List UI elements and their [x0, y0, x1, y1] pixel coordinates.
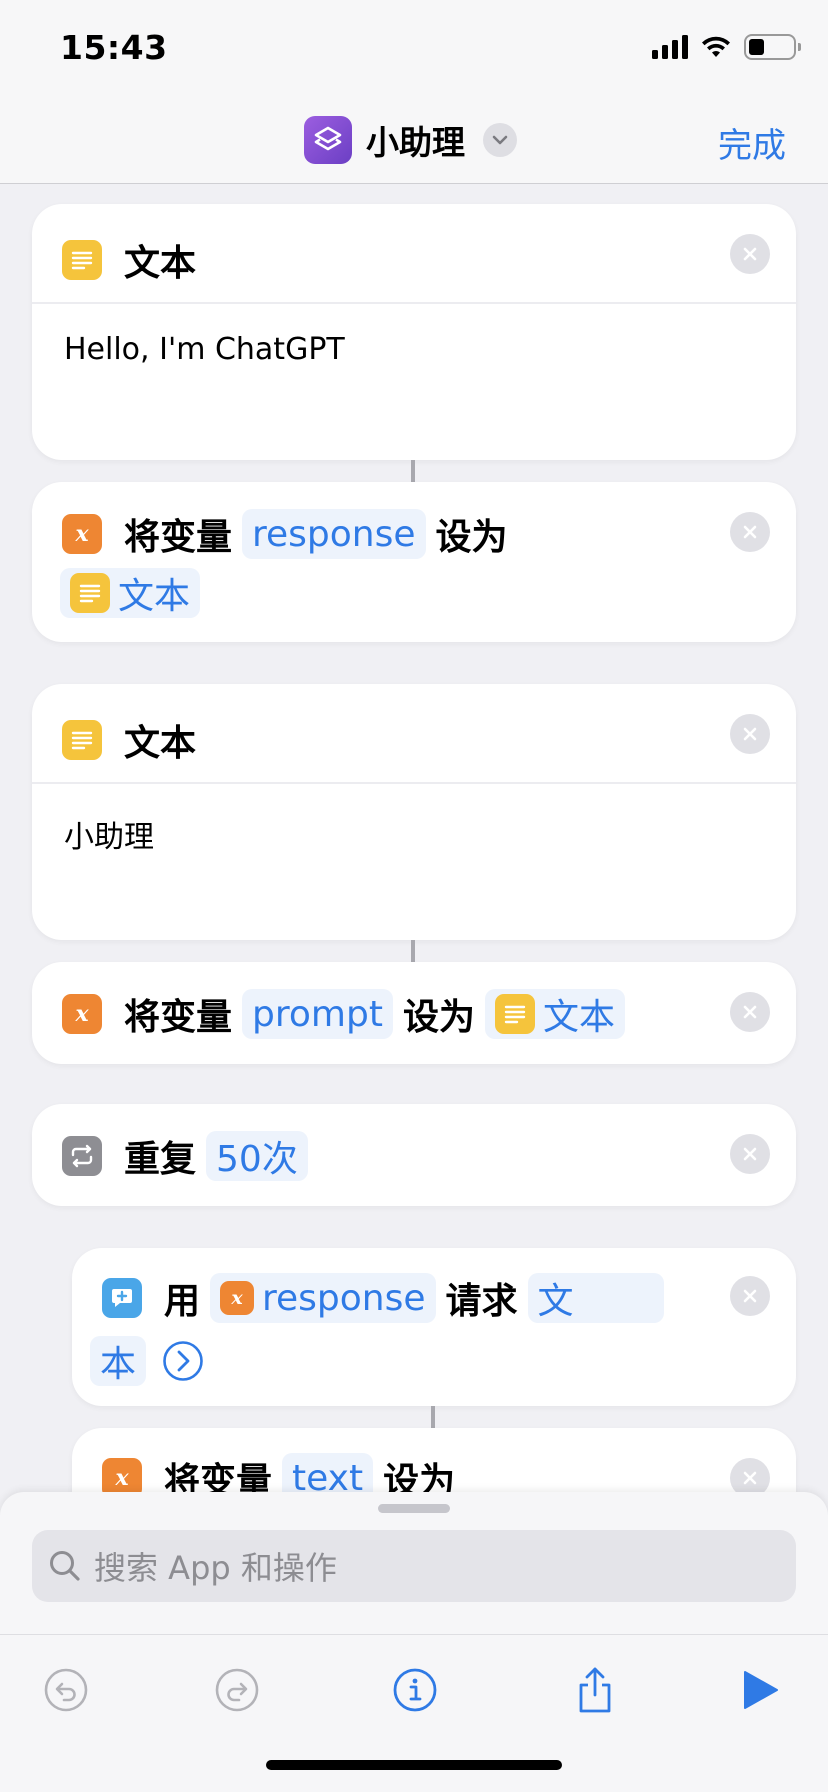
text-content[interactable]: Hello, I'm ChatGPT — [64, 332, 345, 367]
close-icon — [743, 1147, 757, 1161]
share-button[interactable] — [570, 1665, 620, 1715]
action-title: 文本 — [124, 723, 197, 764]
search-field[interactable]: 搜索 App 和操作 — [32, 1530, 796, 1602]
request-value-pill-continued[interactable]: 本 — [90, 1336, 147, 1386]
action-search-sheet: 搜索 App 和操作 — [0, 1492, 828, 1792]
done-button[interactable]: 完成 — [718, 118, 786, 167]
text-icon — [62, 240, 102, 280]
flow-connector — [411, 940, 415, 962]
sheet-grabber[interactable] — [378, 1504, 450, 1513]
use-label: 用 — [164, 1281, 201, 1322]
variable-value-pill[interactable]: 文本 — [60, 568, 201, 618]
remove-action-button[interactable] — [730, 992, 770, 1032]
status-icons — [652, 34, 801, 60]
close-icon — [743, 1289, 757, 1303]
undo-button[interactable] — [41, 1665, 91, 1715]
divider — [32, 302, 796, 304]
flow-connector — [411, 460, 415, 482]
remove-action-button[interactable] — [730, 234, 770, 274]
variable-icon: x — [62, 514, 102, 554]
set-variable-label: 将变量 — [124, 997, 233, 1038]
home-indicator[interactable] — [266, 1760, 562, 1770]
expand-chevron-icon[interactable] — [162, 1340, 204, 1382]
flow-connector — [431, 1406, 435, 1428]
remove-action-button[interactable] — [730, 714, 770, 754]
repeat-count-pill[interactable]: 50次 — [206, 1131, 308, 1181]
text-action-card[interactable]: 文本 Hello, I'm ChatGPT — [32, 204, 796, 460]
repeat-action-card[interactable]: 重复 50次 — [32, 1104, 796, 1206]
variable-value-label: 文本 — [118, 576, 191, 617]
play-icon — [744, 1671, 778, 1709]
text-content[interactable]: 小助理 — [64, 812, 154, 856]
set-variable-card[interactable]: x 将变量 prompt 设为 文本 — [32, 962, 796, 1064]
text-icon — [62, 720, 102, 760]
close-icon — [743, 727, 757, 741]
editor-toolbar — [0, 1634, 828, 1744]
remove-action-button[interactable] — [730, 1276, 770, 1316]
close-icon — [743, 1005, 757, 1019]
request-label: 请求 — [445, 1281, 518, 1322]
shortcuts-app-icon — [304, 116, 352, 164]
undo-icon — [44, 1668, 88, 1712]
close-icon — [743, 1471, 757, 1485]
text-icon — [70, 573, 110, 613]
redo-button[interactable] — [212, 1665, 262, 1715]
chat-bubble-icon — [102, 1278, 142, 1318]
status-bar: 15:43 — [0, 0, 828, 96]
search-icon — [50, 1551, 80, 1581]
variable-input-pill[interactable]: x response — [210, 1273, 436, 1323]
variable-name-pill[interactable]: prompt — [242, 989, 393, 1039]
request-value-pill[interactable]: 文 — [527, 1273, 664, 1323]
battery-icon — [744, 34, 801, 60]
page-title: 小助理 — [366, 123, 465, 162]
close-icon — [743, 525, 757, 539]
nav-header: 小助理 完成 — [0, 96, 828, 184]
wifi-icon — [702, 36, 730, 57]
remove-action-button[interactable] — [730, 512, 770, 552]
cellular-signal-icon — [652, 35, 688, 59]
info-button[interactable] — [390, 1665, 440, 1715]
run-button[interactable] — [734, 1665, 784, 1715]
repeat-icon — [62, 1136, 102, 1176]
set-variable-card[interactable]: x 将变量 response 设为 文本 — [32, 482, 796, 642]
variable-icon: x — [220, 1281, 255, 1315]
set-variable-label: 将变量 — [124, 517, 233, 558]
repeat-label: 重复 — [124, 1139, 197, 1180]
variable-input-label: response — [262, 1277, 426, 1319]
variable-value-pill[interactable]: 文本 — [484, 989, 625, 1039]
status-time: 15:43 — [60, 28, 168, 67]
info-icon — [393, 1668, 437, 1712]
variable-icon: x — [62, 994, 102, 1034]
set-to-label: 设为 — [435, 517, 508, 558]
text-action-card[interactable]: 文本 小助理 — [32, 684, 796, 940]
shortcut-title-menu[interactable]: 小助理 — [304, 116, 517, 164]
set-to-label: 设为 — [402, 997, 475, 1038]
variable-value-label: 文本 — [542, 997, 615, 1038]
close-icon — [743, 247, 757, 261]
variable-name-pill[interactable]: response — [242, 509, 426, 559]
request-action-card[interactable]: 用 x response 请求 文 本 — [72, 1248, 796, 1406]
chevron-down-icon[interactable] — [483, 123, 517, 157]
redo-icon — [215, 1668, 259, 1712]
share-icon — [579, 1667, 611, 1713]
search-placeholder: 搜索 App 和操作 — [94, 1549, 337, 1587]
remove-action-button[interactable] — [730, 1134, 770, 1174]
divider — [32, 782, 796, 784]
action-title: 文本 — [124, 243, 197, 284]
text-icon — [494, 994, 535, 1034]
